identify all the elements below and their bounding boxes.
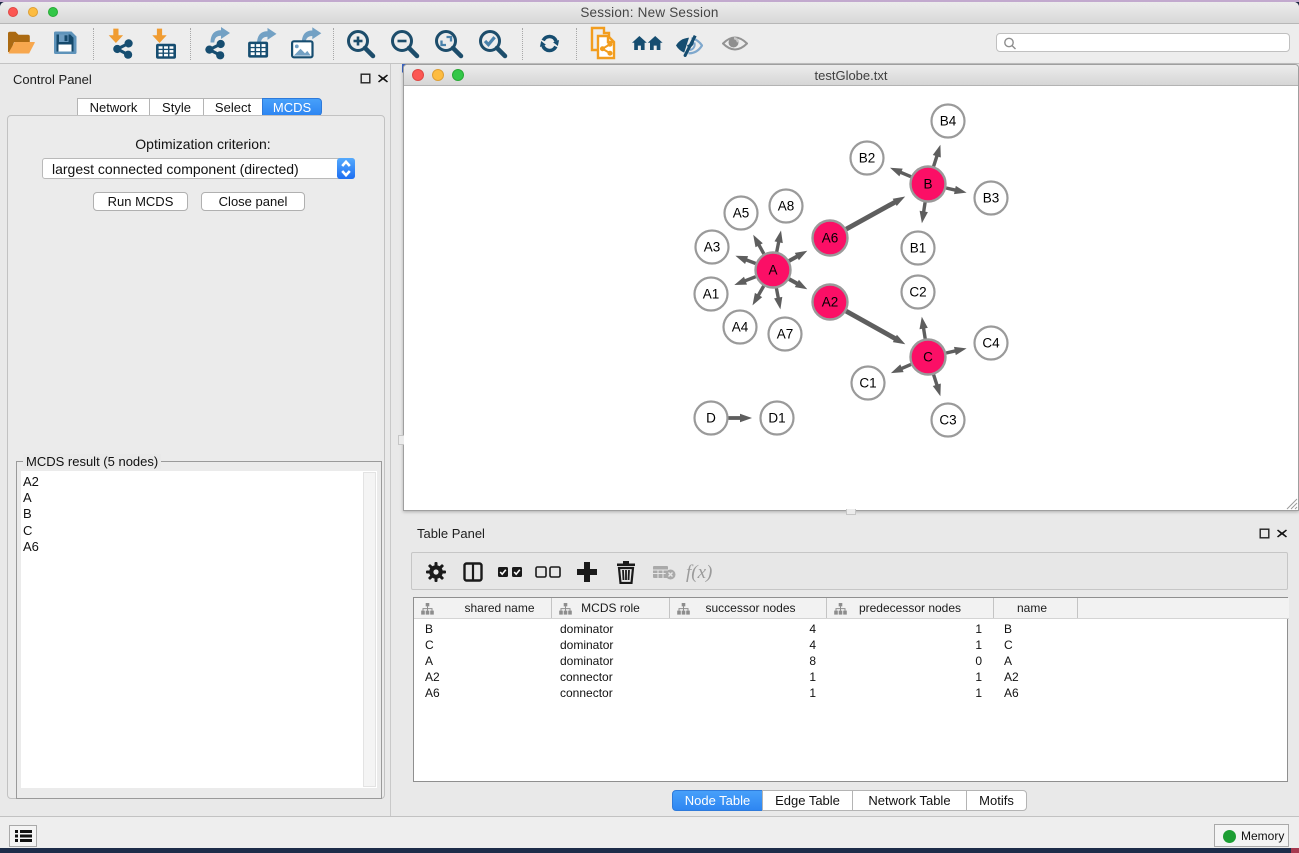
svg-text:A: A <box>768 263 777 278</box>
svg-text:A8: A8 <box>778 199 795 214</box>
svg-text:A2: A2 <box>822 295 839 310</box>
svg-text:A5: A5 <box>733 206 750 221</box>
svg-text:C: C <box>923 350 933 365</box>
svg-text:A3: A3 <box>704 240 721 255</box>
svg-text:B4: B4 <box>940 114 957 129</box>
svg-text:C2: C2 <box>909 285 926 300</box>
svg-text:D1: D1 <box>768 411 785 426</box>
svg-text:B1: B1 <box>910 241 927 256</box>
svg-text:C3: C3 <box>939 413 956 428</box>
svg-text:A7: A7 <box>777 327 794 342</box>
svg-text:A6: A6 <box>822 231 839 246</box>
svg-text:B2: B2 <box>859 151 876 166</box>
svg-text:C4: C4 <box>982 336 1000 351</box>
svg-text:B3: B3 <box>983 191 1000 206</box>
svg-text:A1: A1 <box>703 287 720 302</box>
svg-text:D: D <box>706 411 716 426</box>
svg-text:C1: C1 <box>859 376 876 391</box>
svg-text:A4: A4 <box>732 320 749 335</box>
svg-text:B: B <box>923 177 932 192</box>
